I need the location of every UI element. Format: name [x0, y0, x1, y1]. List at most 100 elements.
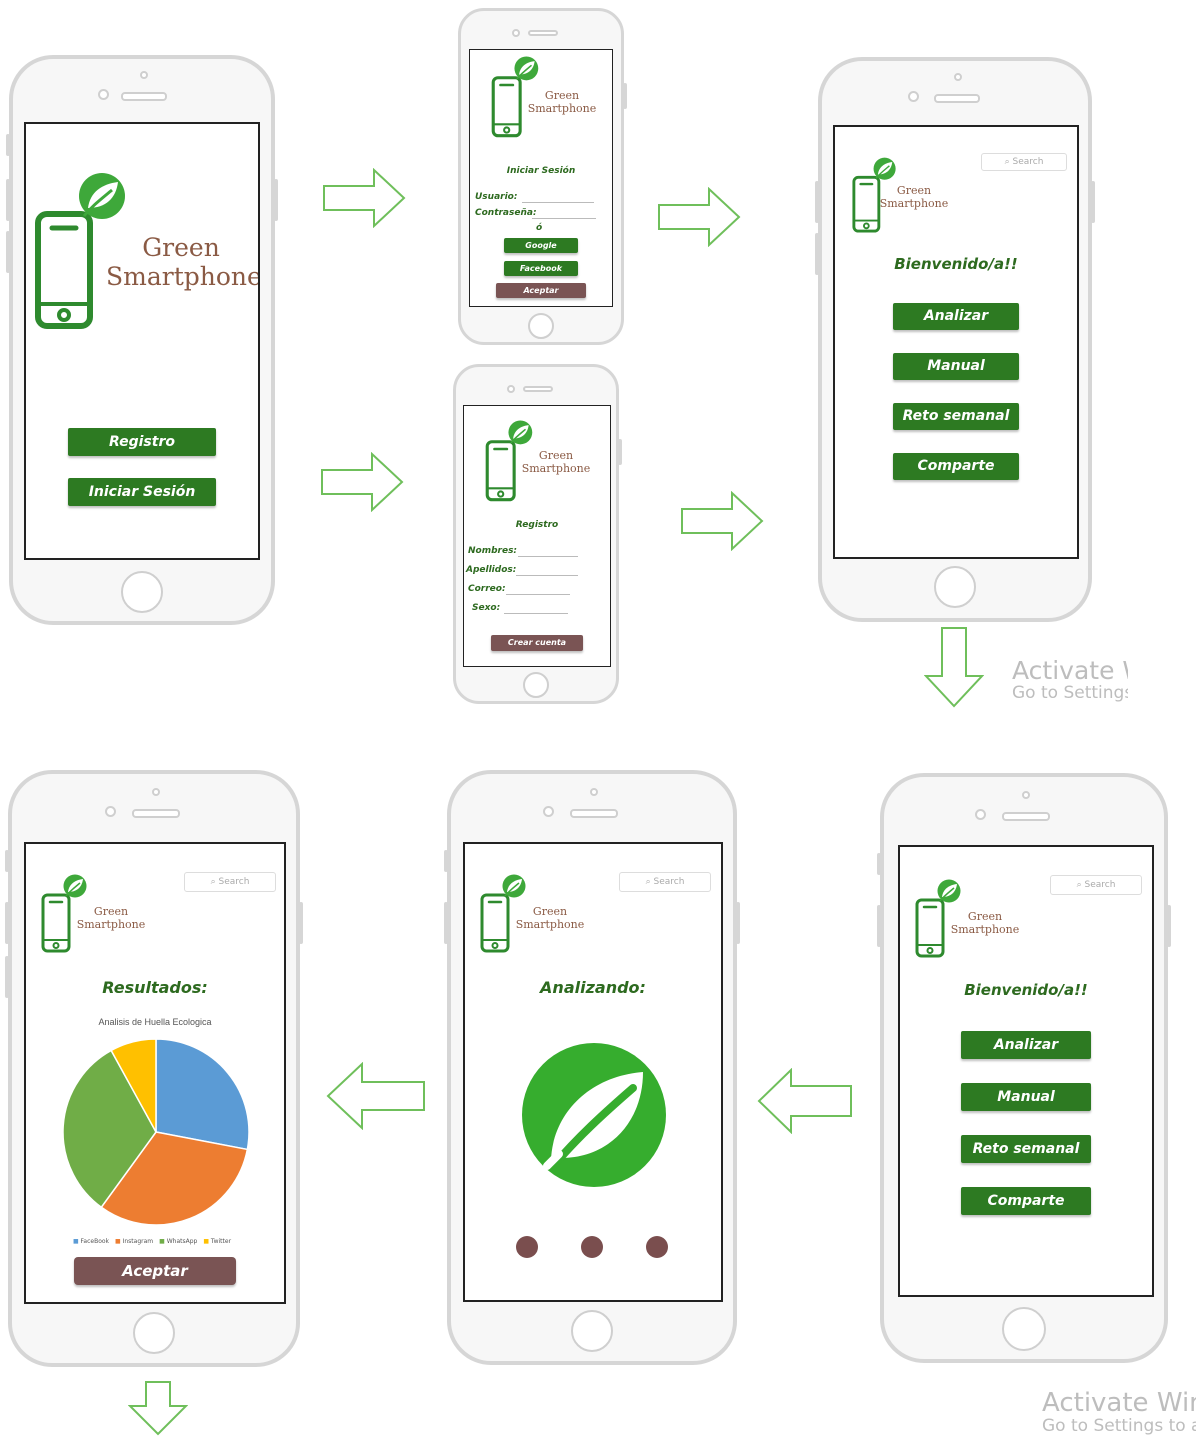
volume-button — [5, 902, 9, 944]
facebook-button[interactable]: Facebook — [504, 261, 578, 276]
volume-button — [5, 850, 9, 872]
welcome-heading: Bienvenido/a!! — [894, 255, 1018, 273]
power-button — [1091, 181, 1095, 223]
speaker — [528, 30, 558, 36]
splash-phone: Green Smartphone Registro Iniciar Sesión — [6, 55, 278, 625]
legend-item-facebook: ■ FaceBook — [73, 1238, 109, 1245]
search-input[interactable]: ⌕ Search — [619, 872, 711, 892]
manual-button[interactable]: Manual — [893, 353, 1019, 380]
surnames-field[interactable] — [516, 575, 578, 576]
volume-button — [444, 902, 448, 944]
watermark-top: Activate W Go to Settings — [1012, 656, 1128, 710]
camera — [507, 385, 515, 393]
analyze-button[interactable]: Analizar — [893, 303, 1019, 330]
brand-line-2: Smartphone — [76, 917, 146, 931]
create-account-button[interactable]: Crear cuenta — [491, 635, 583, 651]
legend-label: FaceBook — [80, 1238, 110, 1245]
google-button[interactable]: Google — [504, 238, 578, 253]
login-button[interactable]: Iniciar Sesión — [68, 478, 216, 506]
camera — [908, 91, 919, 102]
manual-button[interactable]: Manual — [961, 1083, 1091, 1111]
welcome-heading: Bienvenido/a!! — [964, 981, 1088, 999]
sensor — [954, 73, 962, 81]
legend-label: Twitter — [210, 1238, 232, 1245]
brand-logo-text: Green Smartphone — [516, 449, 596, 475]
volume-button — [815, 233, 819, 275]
home-button — [571, 1310, 613, 1352]
home-phone-bottom: ⌕ Search Green Smartphone Bienvenido/a!!… — [877, 773, 1171, 1363]
camera — [543, 806, 554, 817]
brand-line-1: Green — [896, 184, 932, 197]
search-placeholder: Search — [1012, 157, 1044, 167]
arrow-right-icon — [658, 187, 741, 247]
brand-line-2: Smartphone — [106, 261, 260, 291]
watermark-bottom-line1: Activate Windows — [1042, 1388, 1196, 1418]
share-button[interactable]: Comparte — [961, 1187, 1091, 1215]
speaker — [1002, 812, 1050, 821]
home-screen-bottom: ⌕ Search Green Smartphone Bienvenido/a!!… — [898, 845, 1154, 1297]
sensor — [140, 71, 148, 79]
arrow-down-icon — [924, 627, 984, 708]
power-button — [623, 83, 627, 109]
search-placeholder: Search — [653, 877, 685, 887]
legend-swatch: ■ — [115, 1238, 123, 1245]
sex-field[interactable] — [504, 613, 568, 614]
user-field[interactable] — [522, 202, 594, 203]
search-input[interactable]: ⌕ Search — [1050, 875, 1142, 895]
watermark-top-line1: Activate W — [1012, 656, 1128, 685]
analyze-button[interactable]: Analizar — [961, 1031, 1091, 1059]
results-phone: ⌕ Search Green Smartphone Resultados: An… — [5, 770, 303, 1367]
legend-item-whatsapp: ■ WhatsApp — [159, 1238, 197, 1245]
login-phone: Green Smartphone Iniciar Sesión Usuario:… — [458, 8, 627, 345]
watermark-bottom-line2: Go to Settings to activate Windows. — [1042, 1416, 1196, 1436]
brand-line-1: Green — [142, 233, 220, 262]
share-button[interactable]: Comparte — [893, 453, 1019, 480]
volume-button — [5, 956, 9, 998]
home-phone-top: ⌕ Search Green Smartphone Bienvenido/a!!… — [815, 57, 1095, 622]
brand-logo-text: Green Smartphone — [74, 905, 148, 931]
analyzing-screen: ⌕ Search Green Smartphone Analizando: — [463, 842, 723, 1302]
brand-line-2: Smartphone — [521, 461, 591, 475]
brand-line-1: Green — [532, 905, 568, 918]
speaker — [523, 386, 553, 392]
register-button[interactable]: Registro — [68, 428, 216, 456]
arrow-right-icon — [681, 491, 764, 551]
brand-logo-text: Green Smartphone — [513, 905, 587, 931]
password-field[interactable] — [532, 218, 596, 219]
results-screen: ⌕ Search Green Smartphone Resultados: An… — [24, 842, 286, 1304]
brand-line-2: Smartphone — [515, 917, 585, 931]
email-field[interactable] — [506, 594, 570, 595]
side-button — [6, 134, 10, 156]
power-button — [274, 179, 278, 221]
user-label: Usuario: — [475, 192, 518, 202]
accept-button[interactable]: Aceptar — [496, 283, 586, 298]
loading-dot — [581, 1236, 603, 1258]
home-button — [528, 313, 554, 339]
camera — [105, 806, 116, 817]
camera — [512, 29, 520, 37]
speaker — [121, 92, 167, 101]
volume-button — [6, 231, 10, 273]
surnames-label: Apellidos: — [466, 565, 517, 575]
search-placeholder: Search — [218, 877, 250, 887]
results-accept-button[interactable]: Aceptar — [74, 1257, 236, 1285]
speaker — [132, 809, 180, 818]
home-button — [121, 571, 163, 613]
login-heading: Iniciar Sesión — [506, 166, 576, 176]
weekly-challenge-button[interactable]: Reto semanal — [961, 1135, 1091, 1163]
names-field[interactable] — [518, 556, 578, 557]
legend-swatch: ■ — [203, 1238, 211, 1245]
legend-swatch: ■ — [72, 1238, 81, 1245]
analyzing-phone: ⌕ Search Green Smartphone Analizando: — [444, 770, 740, 1365]
search-input[interactable]: ⌕ Search — [981, 153, 1067, 171]
sensor — [590, 788, 598, 796]
home-button — [523, 672, 549, 698]
weekly-challenge-button[interactable]: Reto semanal — [893, 403, 1019, 430]
analyzing-heading: Analizando: — [540, 978, 646, 997]
search-input[interactable]: ⌕ Search — [184, 872, 276, 892]
arrow-left-icon — [326, 1062, 425, 1130]
chart-title: Analisis de Huella Ecologica — [98, 1017, 212, 1027]
speaker — [934, 94, 980, 103]
register-screen: Green Smartphone Registro Nombres: Apell… — [463, 405, 611, 667]
sensor — [1022, 791, 1030, 799]
